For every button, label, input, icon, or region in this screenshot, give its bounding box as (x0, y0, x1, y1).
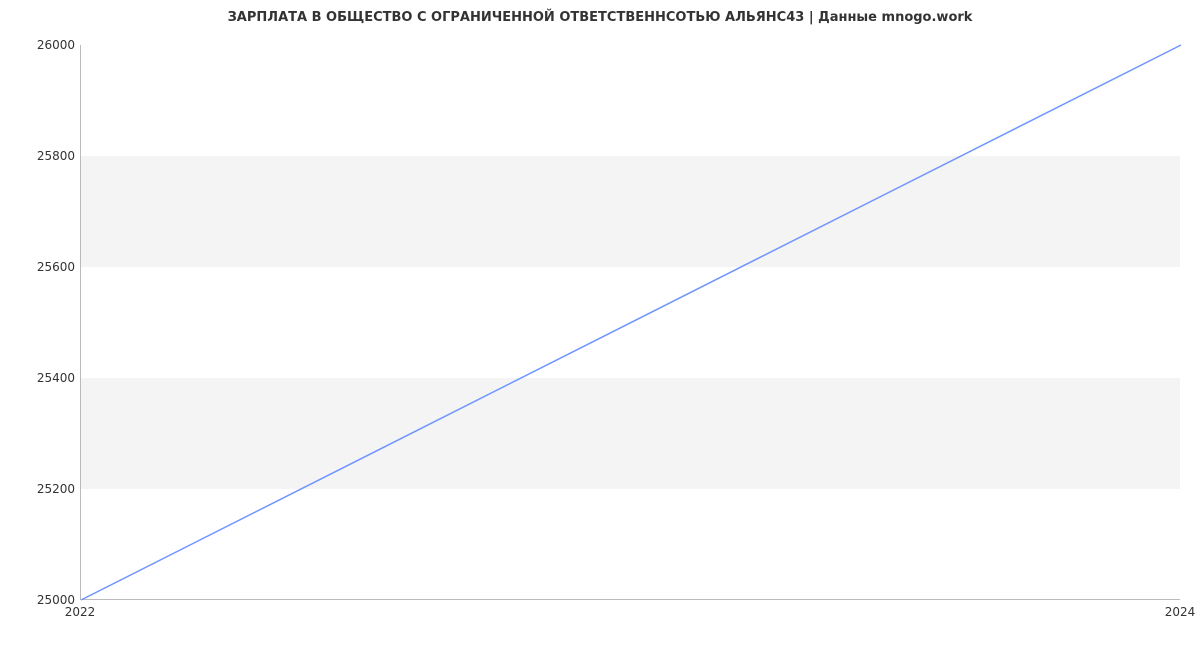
y-tick-label: 25600 (5, 260, 75, 274)
plot-area (80, 45, 1180, 600)
series-line (81, 45, 1181, 600)
y-tick-label: 25400 (5, 371, 75, 385)
y-tick-label: 25800 (5, 149, 75, 163)
chart-container: ЗАРПЛАТА В ОБЩЕСТВО С ОГРАНИЧЕННОЙ ОТВЕТ… (0, 0, 1200, 650)
line-layer (81, 45, 1180, 599)
x-tick-label: 2024 (1165, 605, 1196, 619)
y-tick-label: 26000 (5, 38, 75, 52)
x-tick-label: 2022 (65, 605, 96, 619)
chart-title: ЗАРПЛАТА В ОБЩЕСТВО С ОГРАНИЧЕННОЙ ОТВЕТ… (0, 10, 1200, 25)
y-tick-label: 25200 (5, 482, 75, 496)
